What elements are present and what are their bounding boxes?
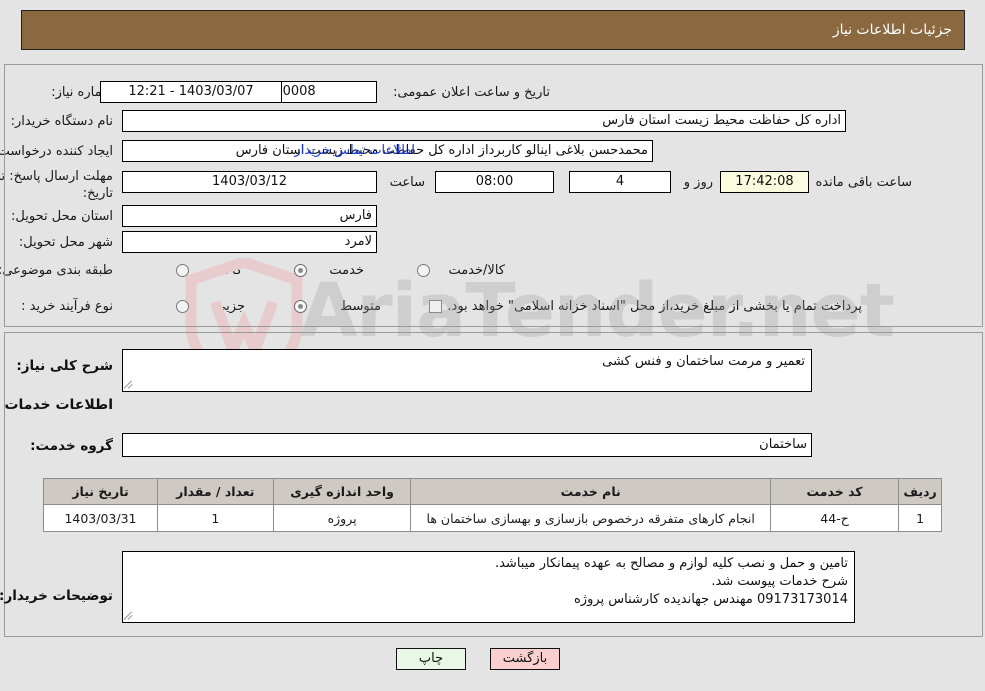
public-announce-value: 1403/03/07 - 12:21 bbox=[100, 81, 282, 103]
resize-grip-icon[interactable] bbox=[123, 378, 136, 390]
buyer-notes-line-1: تامین و حمل و نصب کلیه لوازم و مصالح به … bbox=[494, 556, 848, 571]
cell-quantity: 1 bbox=[156, 504, 274, 532]
radio-category-kala[interactable] bbox=[176, 264, 189, 277]
summary-text: تعمیر و مرمت ساختمان و فنس کشی bbox=[602, 354, 805, 369]
radio-process-jozii[interactable] bbox=[176, 300, 189, 313]
cell-service-name: انجام کارهای متفرقه درخصوص بازسازی و بهس… bbox=[410, 504, 771, 532]
table-header-row: ردیف کد خدمت نام خدمت واحد اندازه گیری ت… bbox=[43, 478, 942, 505]
page-title: جزئیات اطلاعات نیاز bbox=[832, 22, 952, 38]
remaining-time-value: 17:42:08 bbox=[720, 171, 809, 193]
cell-need-date: 1403/03/31 bbox=[43, 504, 158, 532]
buyer-org-value: اداره کل حفاظت محیط زیست استان فارس bbox=[122, 110, 846, 132]
back-button[interactable]: بازگشت bbox=[490, 648, 560, 670]
deadline-hour-value: 08:00 bbox=[435, 171, 554, 193]
print-button[interactable]: چاپ bbox=[396, 648, 466, 670]
services-section-title: اطلاعات خدمات مورد نیاز bbox=[0, 397, 113, 413]
table-row: 1 ح-44 انجام کارهای متفرقه درخصوص بازساز… bbox=[43, 504, 942, 532]
page-header-bar: جزئیات اطلاعات نیاز bbox=[21, 10, 965, 50]
buyer-notes-value: تامین و حمل و نصب کلیه لوازم و مصالح به … bbox=[122, 551, 855, 623]
services-table: ردیف کد خدمت نام خدمت واحد اندازه گیری ت… bbox=[43, 478, 942, 532]
remaining-days-value: 4 bbox=[569, 171, 671, 193]
radio-category-khedmat[interactable] bbox=[294, 264, 307, 277]
summary-label: شرح کلی نیاز: bbox=[16, 358, 113, 374]
deadline-date-value: 1403/03/12 bbox=[122, 171, 377, 193]
province-value: فارس bbox=[122, 205, 377, 227]
radio-category-kala-khedmat[interactable] bbox=[417, 264, 430, 277]
service-group-value: ساختمان bbox=[122, 433, 812, 457]
cell-service-code: ح-44 bbox=[769, 504, 900, 532]
buyer-contact-link[interactable]: اطلاعات تماس خریدار bbox=[295, 143, 415, 158]
radio-process-motevaset[interactable] bbox=[294, 300, 307, 313]
page-root: AriaTender.net جزئیات اطلاعات نیاز شماره… bbox=[0, 0, 985, 691]
resize-grip-icon[interactable] bbox=[123, 609, 136, 621]
col-quantity: تعداد / مقدار bbox=[156, 478, 274, 505]
checkbox-islamic-treasury-docs[interactable] bbox=[429, 300, 442, 313]
buyer-notes-label: توضیحات خریدار: bbox=[0, 588, 113, 604]
col-need-date: تاریخ نیاز bbox=[43, 478, 158, 505]
service-group-label: گروه خدمت: bbox=[30, 438, 113, 454]
cell-unit: پروژه bbox=[272, 504, 412, 532]
buyer-notes-line-3: 09173173014 مهندس جهاندیده کارشناس پروژه bbox=[574, 592, 848, 607]
col-row-no: ردیف bbox=[898, 478, 942, 505]
city-value: لامرد bbox=[122, 231, 377, 253]
col-service-name: نام خدمت bbox=[410, 478, 771, 505]
summary-value: تعمیر و مرمت ساختمان و فنس کشی bbox=[122, 349, 812, 392]
col-unit: واحد اندازه گیری bbox=[272, 478, 412, 505]
need-info-panel bbox=[4, 64, 983, 327]
col-service-code: کد خدمت bbox=[769, 478, 900, 505]
cell-row-no: 1 bbox=[898, 504, 942, 532]
buyer-notes-line-2: شرح خدمات پیوست شد. bbox=[711, 574, 848, 589]
